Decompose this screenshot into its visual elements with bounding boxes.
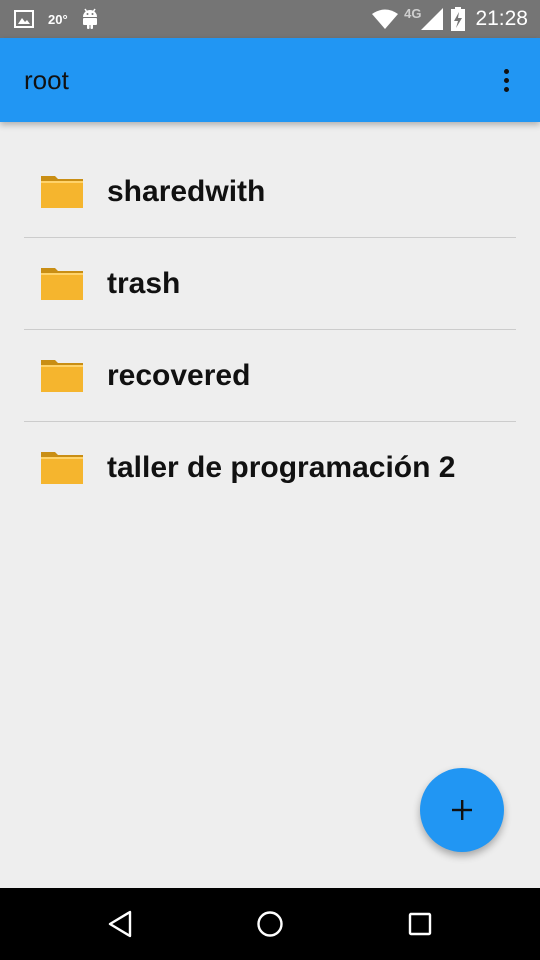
android-icon [80, 8, 100, 30]
folder-name: trash [107, 267, 181, 300]
network-type-text: 4G [404, 5, 422, 21]
folder-name: recovered [107, 359, 251, 392]
wifi-icon [372, 9, 399, 29]
folder-icon [40, 449, 84, 485]
list-item[interactable]: trash [24, 238, 516, 330]
battery-charging-icon [451, 7, 466, 31]
folder-list: sharedwith trash recovered taller de pro… [24, 146, 516, 513]
folder-name: sharedwith [107, 175, 266, 208]
folder-icon [40, 265, 84, 301]
navigation-bar [0, 888, 540, 960]
folder-icon [40, 357, 84, 393]
recents-icon[interactable] [404, 908, 436, 940]
list-item[interactable]: taller de programación 2 [24, 422, 516, 513]
folder-name: taller de programación 2 [107, 451, 456, 484]
app-bar: root [0, 38, 540, 122]
signal-icon [421, 8, 444, 30]
home-icon[interactable] [254, 908, 286, 940]
list-item[interactable]: sharedwith [24, 146, 516, 238]
page-title: root [24, 65, 69, 95]
overflow-menu-icon[interactable] [492, 66, 520, 94]
folder-icon [40, 173, 84, 209]
back-icon[interactable] [104, 908, 136, 940]
add-button[interactable] [420, 768, 504, 852]
clock-text: 21:28 [475, 7, 528, 30]
status-bar: 20° 4G 21:28 [0, 0, 540, 38]
list-item[interactable]: recovered [24, 330, 516, 422]
temperature-text: 20° [48, 11, 68, 27]
image-icon [14, 10, 34, 28]
add-icon [451, 799, 473, 821]
